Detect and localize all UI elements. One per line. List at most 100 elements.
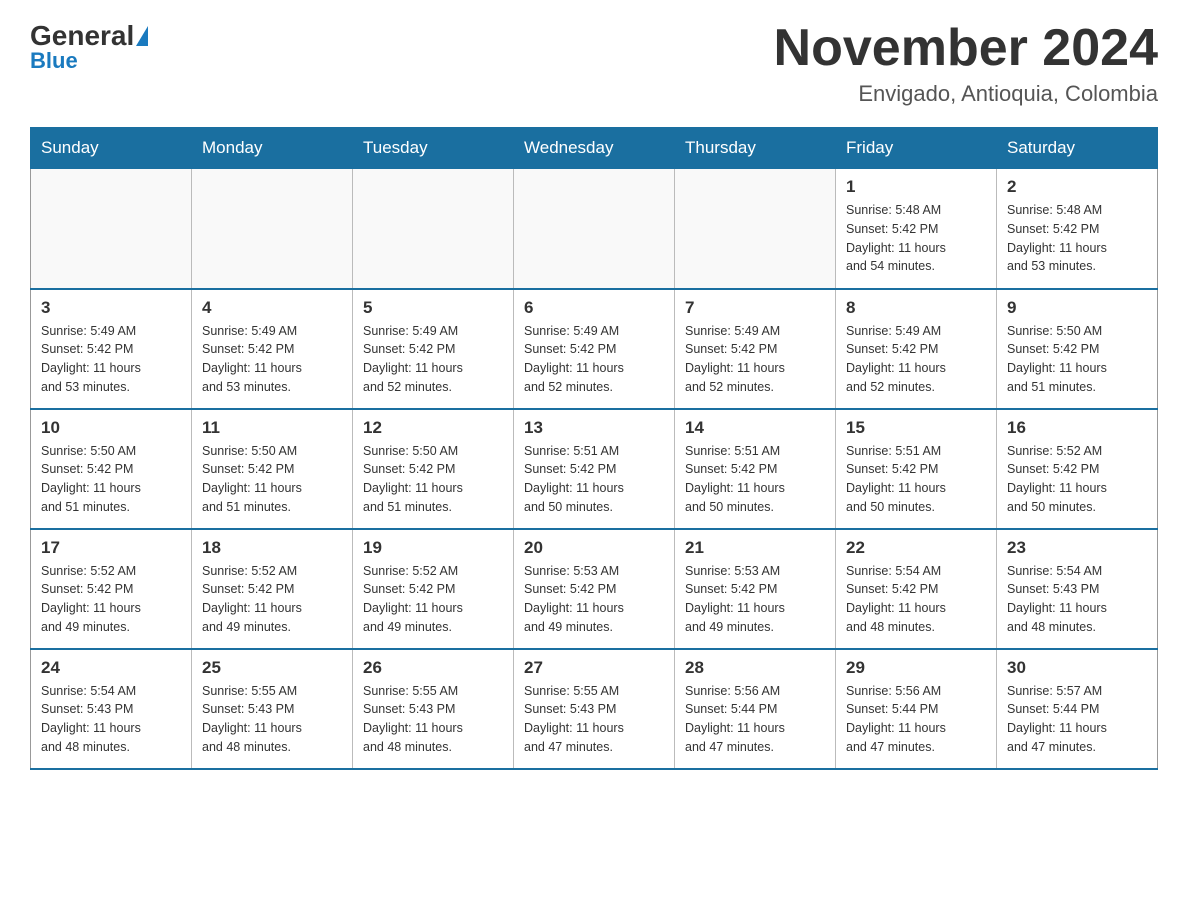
calendar-cell: 28 Sunrise: 5:56 AM Sunset: 5:44 PM Dayli…	[675, 649, 836, 769]
day-info: Sunrise: 5:49 AM Sunset: 5:42 PM Dayligh…	[41, 322, 181, 397]
day-of-week-saturday: Saturday	[997, 128, 1158, 169]
day-info: Sunrise: 5:54 AM Sunset: 5:42 PM Dayligh…	[846, 562, 986, 637]
calendar-cell: 16 Sunrise: 5:52 AM Sunset: 5:42 PM Dayli…	[997, 409, 1158, 529]
calendar-cell: 13 Sunrise: 5:51 AM Sunset: 5:42 PM Dayli…	[514, 409, 675, 529]
day-number: 17	[41, 538, 181, 558]
calendar-cell: 6Sunrise: 5:49 AM Sunset: 5:42 PM Daylig…	[514, 289, 675, 409]
day-of-week-monday: Monday	[192, 128, 353, 169]
day-of-week-sunday: Sunday	[31, 128, 192, 169]
day-info: Sunrise: 5:55 AM Sunset: 5:43 PM Dayligh…	[202, 682, 342, 757]
calendar-cell: 3Sunrise: 5:49 AM Sunset: 5:42 PM Daylig…	[31, 289, 192, 409]
day-number: 21	[685, 538, 825, 558]
day-info: Sunrise: 5:48 AM Sunset: 5:42 PM Dayligh…	[1007, 201, 1147, 276]
page-header: General Blue November 2024 Envigado, Ant…	[30, 20, 1158, 107]
day-number: 30	[1007, 658, 1147, 678]
day-info: Sunrise: 5:53 AM Sunset: 5:42 PM Dayligh…	[524, 562, 664, 637]
calendar-title: November 2024	[774, 20, 1158, 77]
day-info: Sunrise: 5:56 AM Sunset: 5:44 PM Dayligh…	[846, 682, 986, 757]
day-of-week-friday: Friday	[836, 128, 997, 169]
calendar-cell: 2 Sunrise: 5:48 AM Sunset: 5:42 PM Daylig…	[997, 169, 1158, 289]
calendar-week-row: 17 Sunrise: 5:52 AM Sunset: 5:42 PM Dayli…	[31, 529, 1158, 649]
calendar-cell: 21 Sunrise: 5:53 AM Sunset: 5:42 PM Dayli…	[675, 529, 836, 649]
day-info: Sunrise: 5:51 AM Sunset: 5:42 PM Dayligh…	[685, 442, 825, 517]
day-number: 10	[41, 418, 181, 438]
day-number: 24	[41, 658, 181, 678]
day-number: 9	[1007, 298, 1147, 318]
day-number: 13	[524, 418, 664, 438]
calendar-cell	[192, 169, 353, 289]
calendar-cell: 27Sunrise: 5:55 AM Sunset: 5:43 PM Dayli…	[514, 649, 675, 769]
calendar-cell: 19 Sunrise: 5:52 AM Sunset: 5:42 PM Dayli…	[353, 529, 514, 649]
day-of-week-thursday: Thursday	[675, 128, 836, 169]
calendar-cell: 22 Sunrise: 5:54 AM Sunset: 5:42 PM Dayli…	[836, 529, 997, 649]
day-info: Sunrise: 5:50 AM Sunset: 5:42 PM Dayligh…	[363, 442, 503, 517]
day-number: 25	[202, 658, 342, 678]
logo-blue: Blue	[30, 48, 78, 74]
calendar-cell: 9 Sunrise: 5:50 AM Sunset: 5:42 PM Daylig…	[997, 289, 1158, 409]
calendar-cell	[31, 169, 192, 289]
day-info: Sunrise: 5:53 AM Sunset: 5:42 PM Dayligh…	[685, 562, 825, 637]
day-info: Sunrise: 5:54 AM Sunset: 5:43 PM Dayligh…	[1007, 562, 1147, 637]
day-number: 26	[363, 658, 503, 678]
day-number: 11	[202, 418, 342, 438]
day-info: Sunrise: 5:55 AM Sunset: 5:43 PM Dayligh…	[363, 682, 503, 757]
day-number: 15	[846, 418, 986, 438]
calendar-cell: 5Sunrise: 5:49 AM Sunset: 5:42 PM Daylig…	[353, 289, 514, 409]
day-number: 1	[846, 177, 986, 197]
day-number: 2	[1007, 177, 1147, 197]
calendar-cell: 26 Sunrise: 5:55 AM Sunset: 5:43 PM Dayli…	[353, 649, 514, 769]
calendar-cell: 15Sunrise: 5:51 AM Sunset: 5:42 PM Dayli…	[836, 409, 997, 529]
day-info: Sunrise: 5:51 AM Sunset: 5:42 PM Dayligh…	[524, 442, 664, 517]
day-number: 18	[202, 538, 342, 558]
day-info: Sunrise: 5:49 AM Sunset: 5:42 PM Dayligh…	[846, 322, 986, 397]
calendar-cell: 7Sunrise: 5:49 AM Sunset: 5:42 PM Daylig…	[675, 289, 836, 409]
day-info: Sunrise: 5:50 AM Sunset: 5:42 PM Dayligh…	[1007, 322, 1147, 397]
day-info: Sunrise: 5:52 AM Sunset: 5:42 PM Dayligh…	[363, 562, 503, 637]
day-info: Sunrise: 5:54 AM Sunset: 5:43 PM Dayligh…	[41, 682, 181, 757]
day-number: 12	[363, 418, 503, 438]
calendar-cell	[675, 169, 836, 289]
day-number: 22	[846, 538, 986, 558]
title-block: November 2024 Envigado, Antioquia, Colom…	[774, 20, 1158, 107]
calendar-cell: 24 Sunrise: 5:54 AM Sunset: 5:43 PM Dayli…	[31, 649, 192, 769]
calendar-cell: 23 Sunrise: 5:54 AM Sunset: 5:43 PM Dayli…	[997, 529, 1158, 649]
calendar-cell	[353, 169, 514, 289]
calendar-cell: 30 Sunrise: 5:57 AM Sunset: 5:44 PM Dayli…	[997, 649, 1158, 769]
calendar-week-row: 3Sunrise: 5:49 AM Sunset: 5:42 PM Daylig…	[31, 289, 1158, 409]
calendar-cell: 8 Sunrise: 5:49 AM Sunset: 5:42 PM Daylig…	[836, 289, 997, 409]
day-number: 4	[202, 298, 342, 318]
day-number: 20	[524, 538, 664, 558]
calendar-cell: 18 Sunrise: 5:52 AM Sunset: 5:42 PM Dayli…	[192, 529, 353, 649]
day-number: 14	[685, 418, 825, 438]
day-info: Sunrise: 5:52 AM Sunset: 5:42 PM Dayligh…	[202, 562, 342, 637]
day-number: 27	[524, 658, 664, 678]
day-info: Sunrise: 5:50 AM Sunset: 5:42 PM Dayligh…	[202, 442, 342, 517]
calendar-cell: 25 Sunrise: 5:55 AM Sunset: 5:43 PM Dayli…	[192, 649, 353, 769]
day-number: 7	[685, 298, 825, 318]
calendar-cell: 11 Sunrise: 5:50 AM Sunset: 5:42 PM Dayli…	[192, 409, 353, 529]
calendar-header-row: SundayMondayTuesdayWednesdayThursdayFrid…	[31, 128, 1158, 169]
day-info: Sunrise: 5:56 AM Sunset: 5:44 PM Dayligh…	[685, 682, 825, 757]
day-number: 23	[1007, 538, 1147, 558]
day-number: 19	[363, 538, 503, 558]
day-number: 8	[846, 298, 986, 318]
day-of-week-wednesday: Wednesday	[514, 128, 675, 169]
day-info: Sunrise: 5:57 AM Sunset: 5:44 PM Dayligh…	[1007, 682, 1147, 757]
logo-triangle-icon	[136, 26, 148, 46]
calendar-table: SundayMondayTuesdayWednesdayThursdayFrid…	[30, 127, 1158, 770]
day-info: Sunrise: 5:49 AM Sunset: 5:42 PM Dayligh…	[363, 322, 503, 397]
calendar-cell	[514, 169, 675, 289]
calendar-cell: 10Sunrise: 5:50 AM Sunset: 5:42 PM Dayli…	[31, 409, 192, 529]
calendar-cell: 1 Sunrise: 5:48 AM Sunset: 5:42 PM Daylig…	[836, 169, 997, 289]
day-number: 28	[685, 658, 825, 678]
day-number: 6	[524, 298, 664, 318]
calendar-cell: 20 Sunrise: 5:53 AM Sunset: 5:42 PM Dayli…	[514, 529, 675, 649]
calendar-cell: 29Sunrise: 5:56 AM Sunset: 5:44 PM Dayli…	[836, 649, 997, 769]
calendar-subtitle: Envigado, Antioquia, Colombia	[774, 81, 1158, 107]
calendar-cell: 4 Sunrise: 5:49 AM Sunset: 5:42 PM Daylig…	[192, 289, 353, 409]
day-number: 16	[1007, 418, 1147, 438]
calendar-week-row: 1 Sunrise: 5:48 AM Sunset: 5:42 PM Daylig…	[31, 169, 1158, 289]
day-info: Sunrise: 5:48 AM Sunset: 5:42 PM Dayligh…	[846, 201, 986, 276]
day-info: Sunrise: 5:52 AM Sunset: 5:42 PM Dayligh…	[1007, 442, 1147, 517]
day-info: Sunrise: 5:49 AM Sunset: 5:42 PM Dayligh…	[202, 322, 342, 397]
